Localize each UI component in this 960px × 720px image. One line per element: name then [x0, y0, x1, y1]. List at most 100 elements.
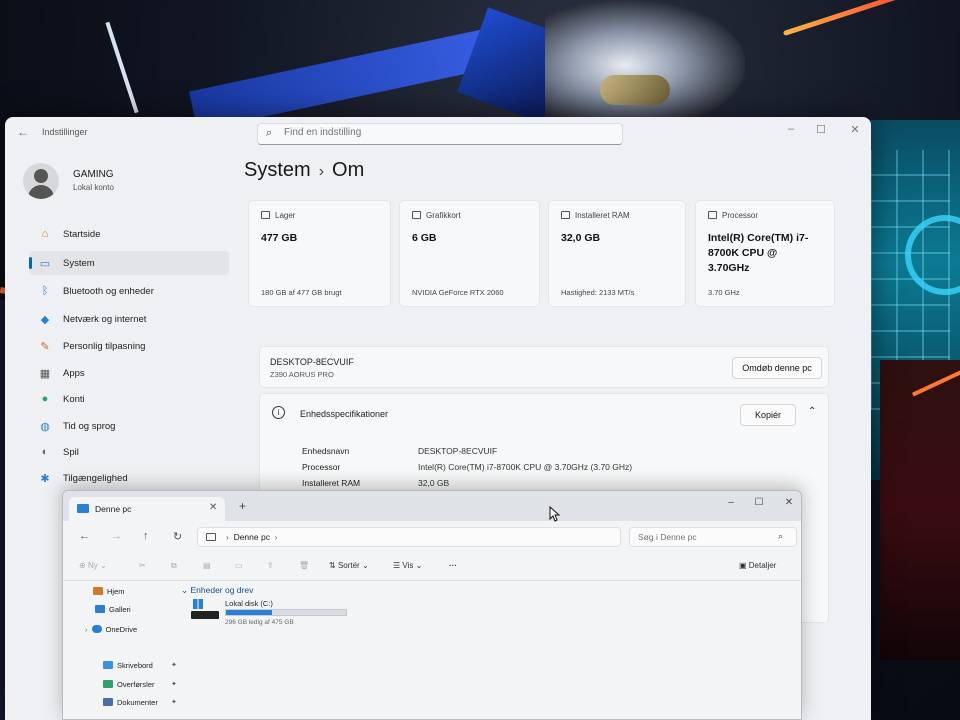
avatar: [23, 163, 59, 199]
sidebar-item-time-language[interactable]: ◍ Tid og sprog: [29, 414, 229, 438]
share-icon[interactable]: ⇪: [267, 561, 274, 570]
sidebar-item-gaming[interactable]: ◐ Spil: [29, 440, 229, 464]
sidebar-item-apps[interactable]: ▦ Apps: [29, 361, 229, 385]
sort-button[interactable]: ⇅ Sortér ⌄: [329, 561, 369, 570]
explorer-address-row: ← → ↑ ↻ › Denne pc › ⌕: [63, 521, 801, 553]
minimize-icon[interactable]: –: [783, 123, 799, 135]
spec-value: Intel(R) Core(TM) i7-8700K CPU @ 3.70GHz…: [418, 462, 633, 472]
accessibility-icon: ✱: [40, 472, 50, 485]
nav-pane-item-onedrive[interactable]: › OneDrive: [85, 625, 137, 634]
settings-search[interactable]: ⌕: [257, 123, 623, 145]
apps-icon: ▦: [39, 367, 51, 380]
graphics-card-detail: NVIDIA GeForce RTX 2060: [412, 288, 504, 297]
cloud-icon: [91, 625, 102, 633]
sidebar-item-accessibility[interactable]: ✱ Tilgængelighed: [29, 466, 229, 490]
back-arrow-icon[interactable]: ←: [17, 125, 29, 139]
minimize-icon[interactable]: –: [723, 497, 739, 508]
more-options-button[interactable]: ···: [449, 561, 457, 570]
explorer-search[interactable]: ⌕: [629, 527, 797, 547]
wallpaper-robot-head: [545, 0, 745, 130]
back-arrow-icon[interactable]: ←: [79, 530, 90, 542]
sidebar-item-accounts[interactable]: ● Konti: [29, 387, 229, 411]
graphics-card-label: Grafikkort: [412, 211, 461, 220]
sidebar-item-system[interactable]: ▭ System: [29, 251, 229, 275]
settings-search-input[interactable]: [284, 127, 604, 138]
close-icon[interactable]: ✕: [781, 497, 797, 508]
storage-icon: [261, 211, 270, 219]
close-icon[interactable]: ✕: [209, 502, 217, 513]
explorer-search-input[interactable]: [638, 532, 768, 542]
sidebar-item-network[interactable]: ◆ Netværk og internet: [29, 307, 229, 331]
window-title: Indstillinger: [42, 127, 88, 137]
profile-account-type: Lokal konto: [73, 183, 114, 192]
sidebar-item-startside[interactable]: ⌂ Startside: [29, 222, 229, 246]
maximize-icon[interactable]: ☐: [751, 497, 767, 508]
storage-card[interactable]: Lager 477 GB 180 GB af 477 GB brugt: [248, 200, 391, 307]
nav-pane-item-desktop[interactable]: Skrivebord: [103, 661, 153, 670]
sidebar-item-label: Konti: [63, 393, 85, 405]
graphics-card-card[interactable]: Grafikkort 6 GB NVIDIA GeForce RTX 2060: [399, 200, 540, 307]
chevron-up-icon[interactable]: ⌃: [808, 406, 816, 417]
ram-card[interactable]: Installeret RAM 32,0 GB Hastighed: 2133 …: [548, 200, 686, 307]
bluetooth-icon: ᛒ: [41, 285, 49, 297]
info-icon: i: [272, 406, 285, 419]
sidebar-item-bluetooth[interactable]: ᛒ Bluetooth og enheder: [29, 279, 229, 303]
wallpaper-light-streak: [782, 0, 928, 37]
up-arrow-icon[interactable]: ↑: [143, 530, 149, 542]
wifi-icon: ◆: [40, 313, 50, 326]
sidebar-item-label: Apps: [63, 367, 85, 379]
maximize-icon[interactable]: ☐: [813, 123, 829, 136]
new-button[interactable]: ⊕ Ny ⌄: [79, 561, 107, 570]
sidebar-item-label: System: [63, 257, 95, 269]
monitor-icon: ▭: [39, 257, 51, 270]
new-tab-icon[interactable]: +: [239, 499, 246, 513]
rename-pc-button[interactable]: Omdøb denne pc: [732, 357, 822, 379]
copy-icon[interactable]: ⧉: [171, 561, 177, 571]
explorer-tabbar: Denne pc ✕ + – ☐ ✕: [63, 491, 801, 521]
nav-pane-item-home[interactable]: Hjem: [93, 587, 125, 596]
forward-arrow-icon[interactable]: →: [111, 530, 122, 542]
wallpaper-shape: [189, 29, 491, 131]
drive-icon: [191, 599, 219, 623]
file-explorer-window: Denne pc ✕ + – ☐ ✕ ← → ↑ ↻ › Denne pc › …: [62, 490, 802, 720]
person-icon: ●: [41, 393, 49, 405]
close-icon[interactable]: ✕: [847, 123, 863, 136]
refresh-icon[interactable]: ↻: [173, 530, 182, 543]
processor-card-label: Processor: [708, 211, 758, 220]
details-button[interactable]: ▣ Detaljer: [739, 561, 776, 570]
breadcrumb[interactable]: › Denne pc ›: [226, 532, 278, 542]
paste-icon[interactable]: ▤: [203, 561, 211, 570]
spec-key: Enhedsnavn: [302, 446, 350, 456]
copy-button[interactable]: Kopiér: [740, 404, 796, 426]
nav-pane-item-gallery[interactable]: Galleri: [95, 605, 131, 614]
nav-pane-item-documents[interactable]: Dokumenter: [103, 698, 158, 707]
sidebar-item-label: Startside: [63, 228, 101, 240]
cut-icon[interactable]: ✂: [139, 561, 146, 570]
profile-name: GAMING: [73, 169, 114, 180]
search-icon: ⌕: [778, 531, 784, 541]
delete-icon[interactable]: 🗑: [299, 561, 309, 570]
document-icon: [103, 698, 113, 706]
nav-pane-item-downloads[interactable]: Overførsler: [103, 680, 155, 689]
address-bar[interactable]: › Denne pc ›: [197, 527, 621, 547]
drive-usage-fill: [226, 610, 272, 615]
sidebar-item-label: Spil: [63, 446, 79, 458]
sidebar-item-label: Personlig tilpasning: [63, 340, 146, 352]
specifications-title: Enhedsspecifikationer: [300, 409, 389, 419]
view-button[interactable]: ☰ Vis ⌄: [393, 561, 422, 570]
processor-card[interactable]: Processor Intel(R) Core(TM) i7-8700K CPU…: [695, 200, 835, 307]
ram-card-value: 32,0 GB: [561, 232, 601, 244]
sidebar-item-personalization[interactable]: ✎ Personlig tilpasning: [29, 334, 229, 358]
drive-free-space: 296 GB ledig af 475 GB: [225, 619, 294, 626]
processor-card-detail: 3.70 GHz: [708, 288, 740, 297]
tab-denne-pc[interactable]: Denne pc ✕: [69, 497, 225, 521]
drive-usage-bar: [225, 609, 347, 616]
pin-icon: ✦: [171, 699, 177, 706]
device-name-panel: DESKTOP-8ECVUIF Z390 AORUS PRO Omdøb den…: [259, 346, 829, 388]
ram-card-label: Installeret RAM: [561, 211, 630, 220]
breadcrumb-parent[interactable]: System: [244, 159, 311, 181]
desktop-icon: [103, 661, 113, 669]
devices-and-drives-group[interactable]: ⌄ Enheder og drev: [181, 585, 253, 596]
rename-icon[interactable]: ▭: [235, 561, 243, 570]
search-icon: ⌕: [266, 127, 273, 139]
